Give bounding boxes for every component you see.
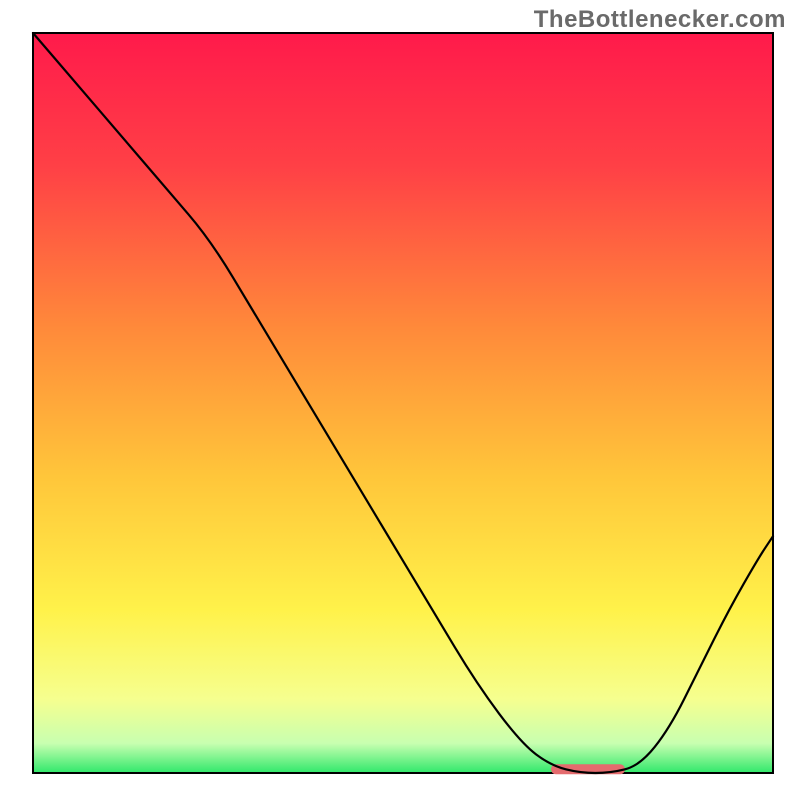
bottleneck-line-chart [0,0,800,800]
chart-container: TheBottlenecker.com [0,0,800,800]
plot-background [33,33,773,773]
watermark-text: TheBottlenecker.com [534,6,786,34]
